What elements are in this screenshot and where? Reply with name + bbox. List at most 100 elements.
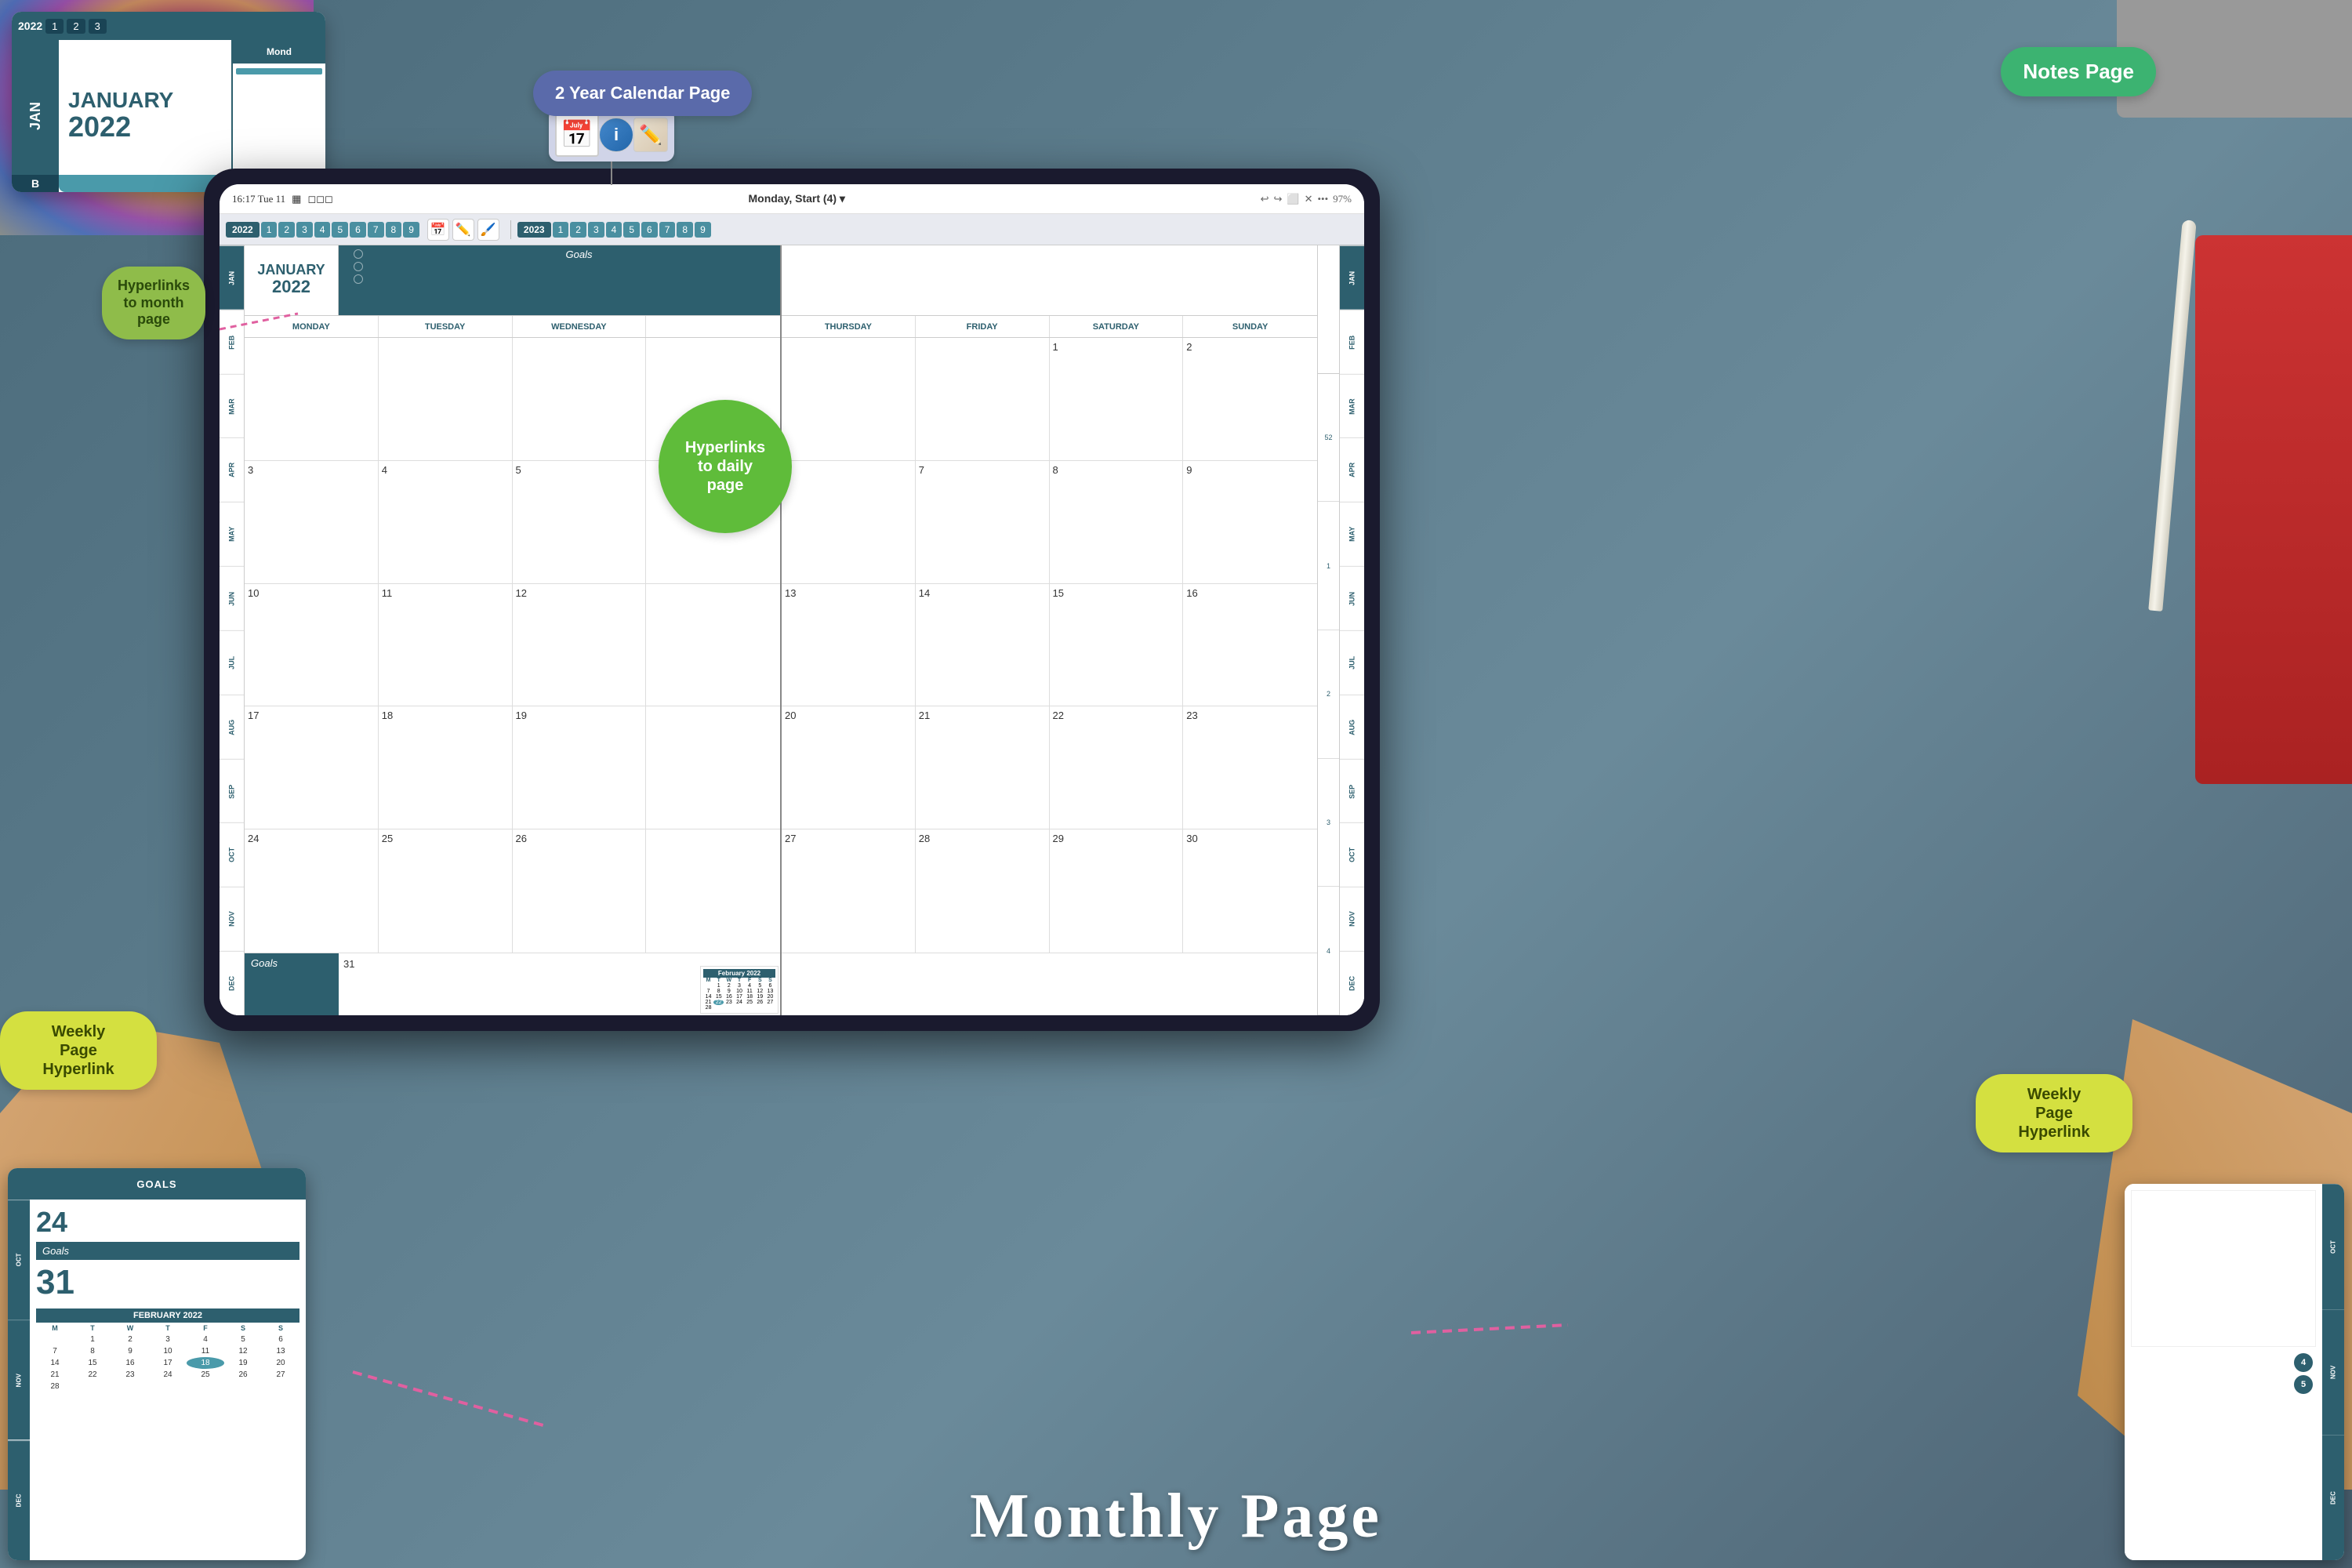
nav-num-r6[interactable]: 6 [641,222,658,238]
tab-right-jul[interactable]: JUL [1340,630,1364,695]
close-icon[interactable]: ✕ [1305,193,1313,205]
cal-cell-4-3[interactable] [646,829,780,953]
cal-cell-r0-3[interactable]: 2 [1183,338,1317,460]
cal-cell-3-3[interactable] [646,706,780,829]
cal-cell-1-1[interactable]: 4 [379,461,513,583]
tab-right-mar[interactable]: MAR [1340,374,1364,438]
tab-right-may[interactable]: MAY [1340,502,1364,566]
nav-num-5[interactable]: 5 [332,222,348,238]
cal-cell-r4-0[interactable]: 27 [782,829,916,953]
tab-oct[interactable]: OCT [220,822,244,887]
nav-num-r2[interactable]: 2 [570,222,586,238]
card-tl-num-1[interactable]: 1 [45,19,64,34]
tab-may[interactable]: MAY [220,502,244,566]
cal-cell-2-0[interactable]: 10 [245,584,379,706]
tab-right-nov[interactable]: NOV [1340,887,1364,951]
calendar-page-icon[interactable]: 📅 [555,113,599,157]
br-circle-5[interactable]: 5 [2294,1375,2313,1394]
brush-icon[interactable]: 🖌️ [477,219,499,241]
nav-num-7[interactable]: 7 [368,222,384,238]
card-tl-num-3[interactable]: 3 [89,19,107,34]
tab-right-jun[interactable]: JUN [1340,566,1364,630]
card-br-tab-nov[interactable]: NOV [2322,1309,2344,1435]
chevron-down-icon[interactable]: ▾ [840,192,845,205]
cal-cell-r4-2[interactable]: 29 [1050,829,1184,953]
cal-cell-r0-2[interactable]: 1 [1050,338,1184,460]
tab-nov[interactable]: NOV [220,887,244,951]
tab-dec[interactable]: DEC [220,951,244,1015]
nav-num-8[interactable]: 8 [386,222,402,238]
cal-cell-r2-1[interactable]: 14 [916,584,1050,706]
tab-right-jan[interactable]: JAN [1340,245,1364,310]
tab-jun[interactable]: JUN [220,566,244,630]
cal-cell-2-3[interactable] [646,584,780,706]
export-icon[interactable]: ⬜ [1287,193,1299,205]
nav-num-r9[interactable]: 9 [695,222,711,238]
cal-cell-r1-0[interactable]: 6 [782,461,916,583]
cal-cell-4-0[interactable]: 24 [245,829,379,953]
cal-cell-0-0[interactable] [245,338,379,460]
nav-num-3[interactable]: 3 [296,222,313,238]
cal-cell-r3-1[interactable]: 21 [916,706,1050,829]
nav-num-r7[interactable]: 7 [659,222,676,238]
nav-num-6[interactable]: 6 [350,222,366,238]
card-bl-tab-oct[interactable]: OCT [8,1200,30,1319]
cal-cell-0-1[interactable] [379,338,513,460]
pen-tool-icon[interactable]: ✏️ [633,118,668,152]
nav-num-r3[interactable]: 3 [588,222,604,238]
nav-num-1[interactable]: 1 [261,222,278,238]
card-tl-num-2[interactable]: 2 [67,19,85,34]
tab-jul[interactable]: JUL [220,630,244,695]
nav-num-r8[interactable]: 8 [677,222,693,238]
cal-cell-r1-2[interactable]: 8 [1050,461,1184,583]
cal-cell-2-1[interactable]: 11 [379,584,513,706]
tab-right-sep[interactable]: SEP [1340,759,1364,823]
tab-feb[interactable]: FEB [220,310,244,374]
tab-mar[interactable]: MAR [220,374,244,438]
cal-cell-r3-2[interactable]: 22 [1050,706,1184,829]
tab-sep[interactable]: SEP [220,759,244,823]
tab-right-feb[interactable]: FEB [1340,310,1364,374]
pen-icon[interactable]: ✏️ [452,219,474,241]
cal-cell-r3-3[interactable]: 23 [1183,706,1317,829]
cal-cell-r2-3[interactable]: 16 [1183,584,1317,706]
cal-cell-r2-2[interactable]: 15 [1050,584,1184,706]
tab-jan[interactable]: JAN [220,245,244,310]
cal-cell-3-0[interactable]: 17 [245,706,379,829]
cal-cell-r2-0[interactable]: 13 [782,584,916,706]
info-icon[interactable]: i [599,118,633,152]
cal-cell-r4-3[interactable]: 30 [1183,829,1317,953]
nav-num-2[interactable]: 2 [278,222,295,238]
nav-num-4[interactable]: 4 [314,222,331,238]
cal-cell-2-2[interactable]: 12 [513,584,647,706]
redo-icon[interactable]: ↪ [1274,193,1283,205]
cal-cell-3-2[interactable]: 19 [513,706,647,829]
cal-cell-4-2[interactable]: 26 [513,829,647,953]
cal-cell-3-1[interactable]: 18 [379,706,513,829]
nav-year-2023[interactable]: 2023 [517,222,551,238]
nav-num-9[interactable]: 9 [403,222,419,238]
card-bl-tab-nov[interactable]: NOV [8,1319,30,1439]
cal-cell-r1-1[interactable]: 7 [916,461,1050,583]
card-br-tab-oct[interactable]: OCT [2322,1184,2344,1309]
tab-right-apr[interactable]: APR [1340,437,1364,502]
cal-cell-r3-0[interactable]: 20 [782,706,916,829]
cal-cell-4-1[interactable]: 25 [379,829,513,953]
nav-num-r1[interactable]: 1 [553,222,569,238]
card-tl-b-button[interactable]: B [12,175,59,192]
card-tl-month-tab[interactable]: JAN [12,40,59,192]
cal-cell-r0-1[interactable] [916,338,1050,460]
nav-year-2022[interactable]: 2022 [226,222,260,238]
tab-right-aug[interactable]: AUG [1340,695,1364,759]
tab-right-dec[interactable]: DEC [1340,951,1364,1015]
nav-num-r4[interactable]: 4 [606,222,622,238]
tab-right-oct[interactable]: OCT [1340,822,1364,887]
tab-aug[interactable]: AUG [220,695,244,759]
br-circle-4[interactable]: 4 [2294,1353,2313,1372]
cal-cell-r0-0[interactable] [782,338,916,460]
cal-cell-1-2[interactable]: 5 [513,461,647,583]
cal-cell-r4-1[interactable]: 28 [916,829,1050,953]
more-icon[interactable]: ••• [1318,193,1329,205]
calendar-icon[interactable]: 📅 [427,219,449,241]
cal-cell-r1-3[interactable]: 9 [1183,461,1317,583]
